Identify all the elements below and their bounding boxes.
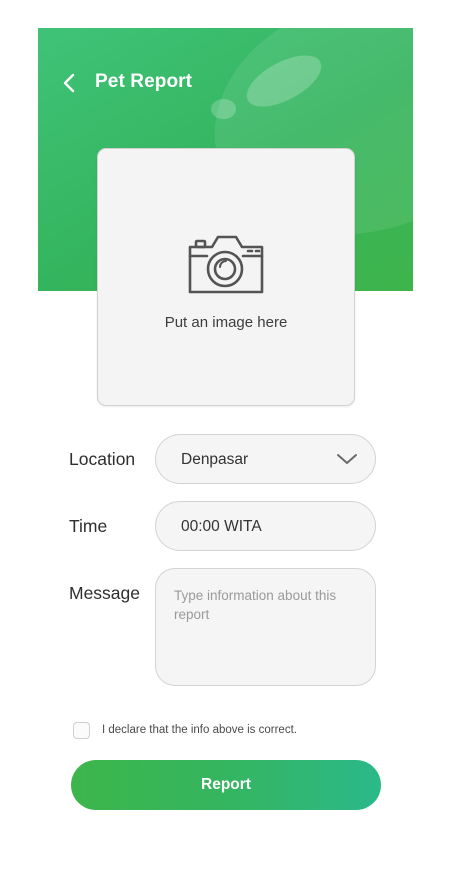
- time-value: 00:00 WITA: [181, 518, 262, 535]
- location-label: Location: [69, 449, 136, 469]
- message-label: Message: [69, 583, 141, 603]
- pet-report-screen: Pet Report Put an image here Location De…: [0, 0, 450, 873]
- declaration-text: I declare that the info above is correct…: [102, 724, 297, 736]
- page-title: Pet Report: [95, 71, 193, 92]
- message-placeholder: Type information about this report: [174, 588, 337, 622]
- decorative-blob: [211, 99, 236, 119]
- location-select[interactable]: Denpasar: [155, 434, 376, 484]
- location-value: Denpasar: [181, 451, 249, 468]
- chevron-left-icon: [63, 73, 75, 93]
- time-label: Time: [69, 516, 108, 536]
- image-upload-area[interactable]: Put an image here: [97, 148, 355, 406]
- back-button[interactable]: [58, 68, 80, 98]
- message-textarea[interactable]: Type information about this report: [155, 568, 376, 686]
- time-field[interactable]: 00:00 WITA: [155, 501, 376, 551]
- upload-hint: Put an image here: [164, 314, 288, 331]
- report-button[interactable]: Report: [71, 760, 381, 810]
- declaration-checkbox[interactable]: [73, 722, 90, 739]
- chevron-down-icon: [337, 454, 357, 464]
- camera-icon: [188, 235, 264, 294]
